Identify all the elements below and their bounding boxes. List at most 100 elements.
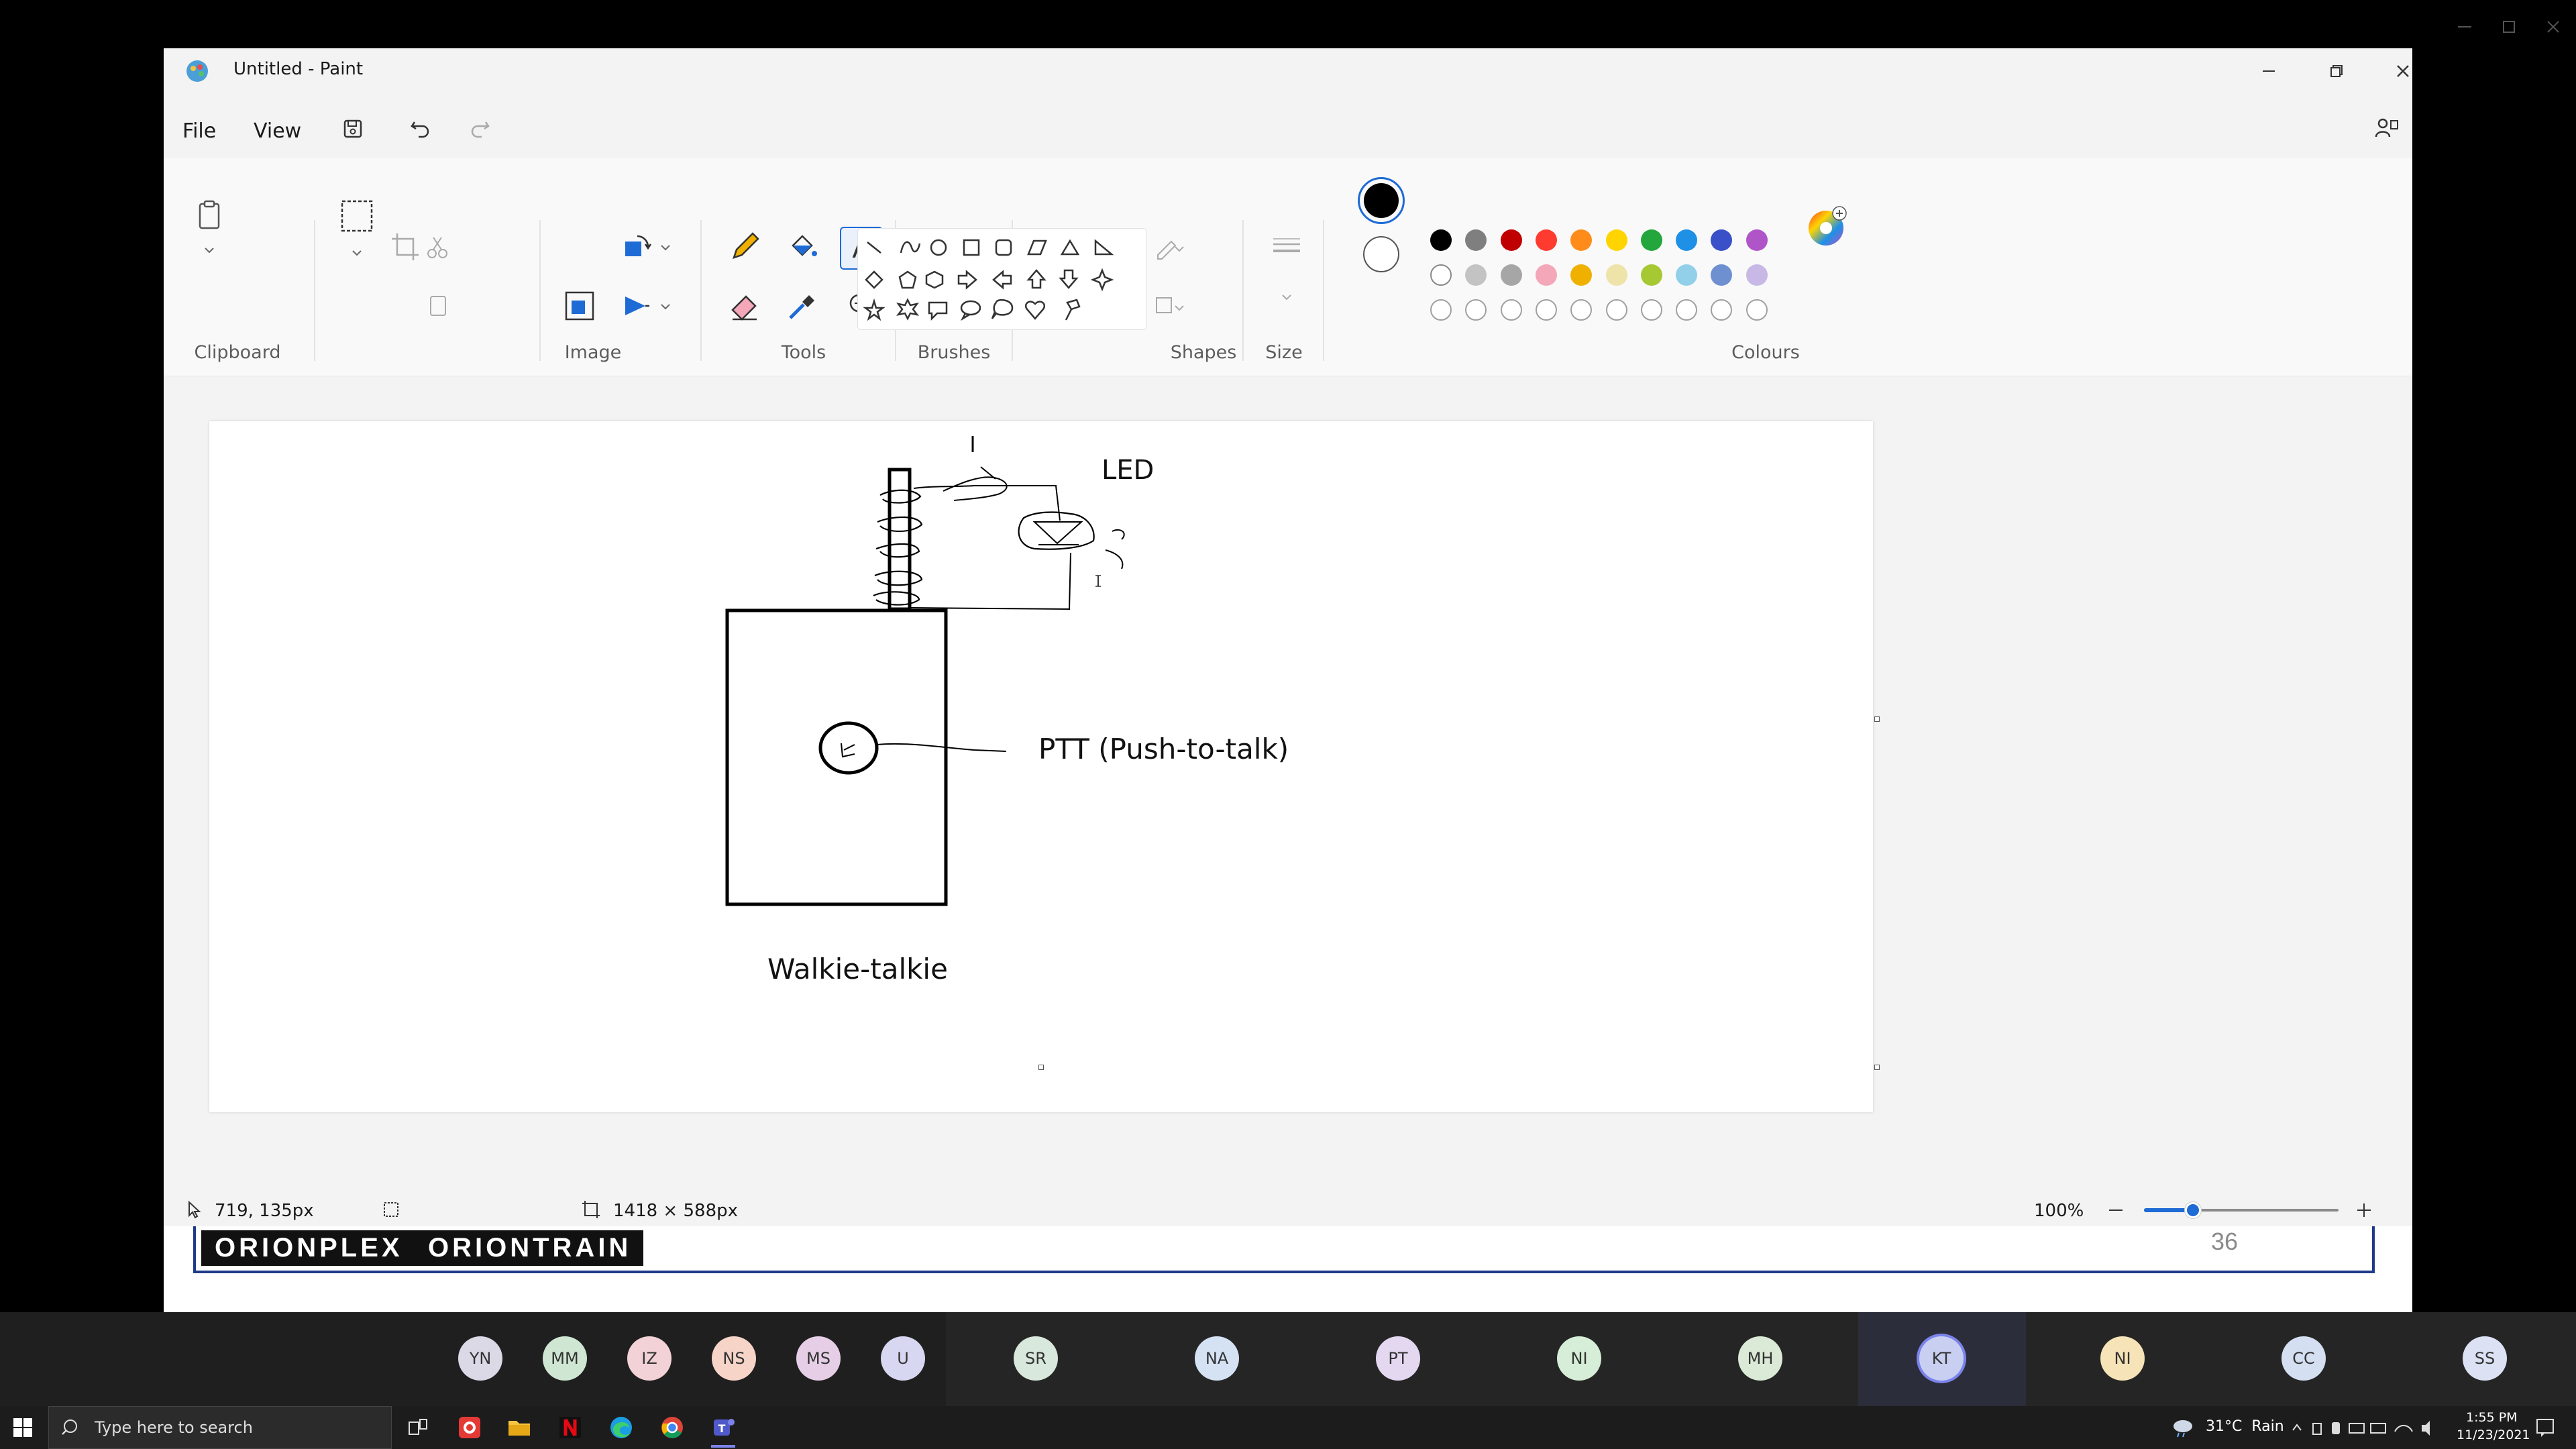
menu-file[interactable]: File (182, 119, 216, 143)
undo-icon[interactable] (407, 115, 433, 142)
rotate-dropdown-icon[interactable] (648, 228, 686, 266)
zoom-in-button[interactable] (2352, 1198, 2376, 1222)
pencil-icon[interactable] (726, 228, 763, 266)
participant-avatar[interactable]: CC (2282, 1336, 2326, 1381)
palette-swatch[interactable] (1500, 264, 1522, 286)
redo-icon[interactable] (467, 115, 494, 142)
palette-swatch[interactable] (1640, 264, 1662, 286)
outer-minimize-button[interactable] (2451, 13, 2478, 40)
minimize-button[interactable] (2239, 52, 2299, 90)
canvas-resize-handle-right[interactable] (1874, 716, 1880, 722)
notification-icon[interactable] (2533, 1415, 2557, 1440)
participant-avatar[interactable]: NS (712, 1336, 756, 1381)
eraser-icon[interactable] (726, 287, 763, 325)
color-picker-icon[interactable] (784, 287, 821, 325)
palette-swatch-empty[interactable] (1640, 299, 1662, 321)
palette-swatch[interactable] (1535, 229, 1557, 251)
flip-dropdown-icon[interactable] (648, 287, 686, 325)
palette-swatch-empty[interactable] (1605, 299, 1627, 321)
zoom-slider-thumb[interactable] (2184, 1202, 2201, 1218)
edit-colours-icon[interactable] (1806, 205, 1849, 248)
palette-swatch[interactable] (1570, 264, 1593, 286)
file-explorer-icon[interactable] (506, 1414, 533, 1441)
participant-avatar[interactable]: MH (1738, 1336, 1782, 1381)
netflix-icon[interactable] (557, 1414, 584, 1441)
participant-avatar[interactable]: SR (1014, 1336, 1058, 1381)
participant-avatar[interactable]: PT (1376, 1336, 1420, 1381)
participant-avatar[interactable]: YN (458, 1336, 502, 1381)
palette-swatch[interactable] (1430, 264, 1452, 286)
drawing-canvas[interactable]: LED PTT (Push-to-talk) Walkie-talkie (209, 421, 1873, 1112)
task-view-icon[interactable] (405, 1415, 429, 1440)
select-icon[interactable] (338, 197, 376, 235)
palette-swatch[interactable] (1605, 229, 1627, 251)
canvas-size: 1418 × 588px (613, 1201, 738, 1221)
fill-icon[interactable] (784, 228, 821, 266)
primary-colour-fill (1364, 183, 1399, 218)
chrome-icon[interactable] (659, 1414, 686, 1441)
palette-swatch[interactable] (1746, 264, 1768, 286)
size-icon[interactable] (1268, 228, 1305, 266)
secondary-colour-swatch[interactable] (1363, 236, 1399, 272)
cut-icon[interactable] (419, 228, 456, 266)
clock-date[interactable]: 11/23/2021 (2457, 1428, 2530, 1442)
weather-icon[interactable] (2171, 1415, 2195, 1440)
restore-button[interactable] (2306, 52, 2366, 90)
paste-icon[interactable] (191, 196, 228, 233)
palette-swatch[interactable] (1676, 264, 1698, 286)
save-icon[interactable] (339, 115, 366, 142)
weather-text[interactable]: 31°C Rain (2206, 1418, 2284, 1435)
windows-start-icon[interactable] (12, 1417, 34, 1438)
participant-avatar[interactable]: SS (2463, 1336, 2507, 1381)
edge-icon[interactable] (608, 1414, 635, 1441)
zoom-slider[interactable] (2144, 1199, 2339, 1221)
select-dropdown-icon[interactable] (338, 233, 376, 271)
participant-avatar[interactable]: NI (2100, 1336, 2145, 1381)
palette-swatch-empty[interactable] (1500, 299, 1522, 321)
canvas-resize-handle-bottom[interactable] (1038, 1065, 1044, 1070)
palette-swatch[interactable] (1640, 229, 1662, 251)
clock-time[interactable]: 1:55 PM (2466, 1410, 2518, 1425)
close-button[interactable] (2373, 52, 2412, 90)
device-label: Walkie-talkie (767, 953, 948, 985)
paste-dropdown-icon[interactable] (191, 231, 228, 268)
palette-swatch[interactable] (1535, 264, 1557, 286)
palette-swatch[interactable] (1746, 229, 1768, 251)
zoom-out-button[interactable] (2104, 1198, 2128, 1222)
selection-size-icon (381, 1199, 401, 1220)
screen-recorder-icon[interactable] (456, 1414, 483, 1441)
palette-swatch-empty[interactable] (1570, 299, 1593, 321)
participant-avatar[interactable]: U (881, 1336, 925, 1381)
menu-view[interactable]: View (254, 119, 301, 143)
participant-avatar[interactable]: KT (1919, 1336, 1964, 1381)
shapes-gallery[interactable] (857, 228, 1147, 330)
crop-icon[interactable] (386, 228, 424, 266)
size-dropdown-icon[interactable] (1268, 278, 1305, 315)
shape-outline-icon[interactable] (1148, 228, 1186, 266)
palette-swatch-empty[interactable] (1430, 299, 1452, 321)
resize-icon[interactable] (561, 287, 598, 325)
palette-swatch-empty[interactable] (1676, 299, 1698, 321)
shape-fill-icon[interactable] (1148, 287, 1186, 325)
primary-colour-swatch[interactable] (1358, 177, 1405, 224)
palette-swatch-empty[interactable] (1535, 299, 1557, 321)
participant-avatar[interactable]: NI (1557, 1336, 1601, 1381)
palette-swatch[interactable] (1430, 229, 1452, 251)
participant-avatar[interactable]: IZ (627, 1336, 672, 1381)
palette-swatch[interactable] (1676, 229, 1698, 251)
system-tray-icons[interactable] (2288, 1417, 2449, 1438)
copy-icon[interactable] (419, 287, 456, 325)
palette-swatch[interactable] (1570, 229, 1593, 251)
participant-avatar[interactable]: NA (1195, 1336, 1239, 1381)
palette-swatch[interactable] (1500, 229, 1522, 251)
palette-swatch-empty[interactable] (1746, 299, 1768, 321)
canvas-resize-handle-corner[interactable] (1874, 1065, 1880, 1070)
palette-swatch[interactable] (1605, 264, 1627, 286)
participant-avatar[interactable]: MM (543, 1336, 587, 1381)
outer-close-button[interactable] (2540, 13, 2567, 40)
share-icon[interactable] (2372, 114, 2402, 144)
participant-avatar[interactable]: MS (796, 1336, 841, 1381)
teams-icon[interactable]: T (710, 1414, 737, 1441)
taskbar-search[interactable]: Type here to search (48, 1406, 392, 1449)
outer-restore-button[interactable] (2496, 13, 2522, 40)
